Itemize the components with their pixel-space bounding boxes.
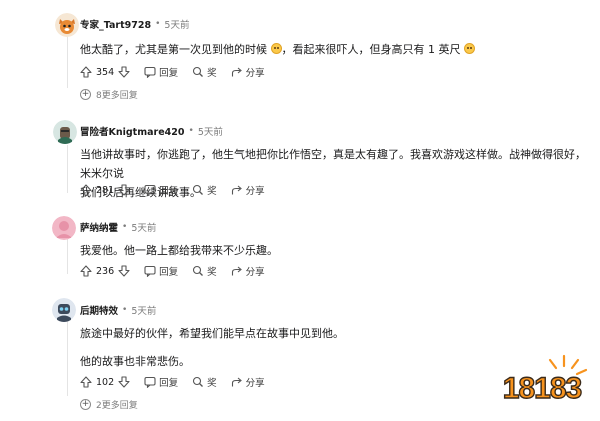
share-icon xyxy=(231,67,242,77)
watermark-logo: 18183 xyxy=(492,352,592,412)
thread-line[interactable] xyxy=(67,238,68,274)
downvote-button[interactable] xyxy=(118,373,130,391)
reply-bubble-icon xyxy=(144,265,156,277)
separator-dot: • xyxy=(122,305,128,315)
award-icon xyxy=(193,184,204,195)
award-button[interactable]: 奖 xyxy=(192,373,217,391)
reply-bubble-icon xyxy=(144,376,156,388)
username[interactable]: 萨纳纳霍 xyxy=(80,220,118,234)
share-button[interactable]: 分享 xyxy=(231,181,265,199)
comment-actions: 354 回复 奖 分享 xyxy=(80,63,265,81)
timestamp: 5天前 xyxy=(131,306,157,317)
downvote-arrow-icon xyxy=(118,66,130,78)
upvote-button[interactable] xyxy=(80,63,92,81)
share-button[interactable]: 分享 xyxy=(231,63,265,81)
award-button[interactable]: 奖 xyxy=(192,262,217,280)
share-icon xyxy=(231,185,242,195)
reply-button[interactable]: 回复 xyxy=(144,262,178,280)
award-icon xyxy=(193,265,204,276)
comment-meta: 专家_Tart9728 • 5天前 xyxy=(80,16,189,32)
separator-dot: • xyxy=(188,126,194,136)
upvote-arrow-icon xyxy=(80,376,92,388)
comment-text-line: 当他讲故事时，你逃跑了，他生气地把你比作悟空，真是太有趣了。我喜欢游戏这样做。战… xyxy=(80,148,586,180)
comment-body: 我爱他。他一路上都给我带来不少乐趣。 xyxy=(80,241,590,260)
share-icon xyxy=(231,266,242,276)
vote-count: 102 xyxy=(96,376,115,388)
username[interactable]: 冒险者Knigtmare420 xyxy=(80,124,185,138)
upvote-button[interactable] xyxy=(80,262,92,280)
pink-avatar-icon[interactable] xyxy=(52,216,76,240)
cat-avatar-icon[interactable] xyxy=(55,13,79,37)
robot-avatar-icon[interactable] xyxy=(52,298,76,322)
award-icon xyxy=(193,376,204,387)
username[interactable]: 专家_Tart9728 xyxy=(80,17,151,31)
more-replies-link[interactable]: + 2更多回复 xyxy=(80,397,138,411)
thread-line[interactable] xyxy=(67,316,68,396)
plus-circle-icon: + xyxy=(80,398,91,410)
comment-actions: 281 回复 奖 分享 xyxy=(80,181,265,199)
more-replies-link[interactable]: + 8更多回复 xyxy=(80,87,138,101)
watermark-text: 18183 xyxy=(503,372,582,405)
vote-count: 354 xyxy=(96,66,115,78)
downvote-button[interactable] xyxy=(118,262,130,280)
grin-emoji-icon xyxy=(270,43,282,54)
comment-meta: 后期特效 • 5天前 xyxy=(80,302,156,318)
vote-count: 281 xyxy=(96,184,115,196)
timestamp: 5天前 xyxy=(131,223,157,234)
separator-dot: • xyxy=(122,222,128,232)
reply-button[interactable]: 回复 xyxy=(144,63,178,81)
reply-bubble-icon xyxy=(144,184,156,196)
award-icon xyxy=(193,66,204,77)
warrior-avatar-icon[interactable] xyxy=(53,120,77,144)
downvote-arrow-icon xyxy=(118,265,130,277)
grin-emoji-icon xyxy=(464,43,475,54)
upvote-button[interactable] xyxy=(80,373,92,391)
downvote-button[interactable] xyxy=(118,181,130,199)
downvote-arrow-icon xyxy=(118,376,130,388)
thread-line[interactable] xyxy=(67,34,68,88)
comment-actions: 102 回复 奖 分享 xyxy=(80,373,265,391)
plus-circle-icon: + xyxy=(80,88,91,100)
share-icon xyxy=(231,377,242,387)
comment-meta: 冒险者Knigtmare420 • 5天前 xyxy=(80,123,223,139)
upvote-arrow-icon xyxy=(80,265,92,277)
award-button[interactable]: 奖 xyxy=(192,181,217,199)
upvote-arrow-icon xyxy=(80,184,92,196)
comment-text: 他太酷了，尤其是第一次见到他的时候 ，看起来很吓人，但身高只有 1 英尺 xyxy=(80,40,590,59)
timestamp: 5天前 xyxy=(197,127,223,138)
comment-text-line: 我爱他。他一路上都给我带来不少乐趣。 xyxy=(80,244,278,257)
reply-bubble-icon xyxy=(144,66,156,78)
comment-thread: 专家_Tart9728 • 5天前 他太酷了，尤其是第一次见到他的时候 ，看起来… xyxy=(0,0,600,421)
comment-meta: 萨纳纳霍 • 5天前 xyxy=(80,219,156,235)
reply-button[interactable]: 回复 xyxy=(144,181,178,199)
downvote-arrow-icon xyxy=(118,184,130,196)
thread-line[interactable] xyxy=(67,145,68,193)
comment-body: 他太酷了，尤其是第一次见到他的时候 ，看起来很吓人，但身高只有 1 英尺 xyxy=(80,40,590,59)
vote-count: 236 xyxy=(96,265,115,277)
award-button[interactable]: 奖 xyxy=(192,63,217,81)
username[interactable]: 后期特效 xyxy=(80,303,118,317)
timestamp: 5天前 xyxy=(164,20,190,31)
upvote-arrow-icon xyxy=(80,66,92,78)
reply-button[interactable]: 回复 xyxy=(144,373,178,391)
comment-text-line: 旅途中最好的伙伴，希望我们能早点在故事中见到他。 xyxy=(80,327,344,340)
comment-actions: 236 回复 奖 分享 xyxy=(80,262,265,280)
downvote-button[interactable] xyxy=(118,63,130,81)
share-button[interactable]: 分享 xyxy=(231,373,265,391)
share-button[interactable]: 分享 xyxy=(231,262,265,280)
separator-dot: • xyxy=(155,19,161,29)
upvote-button[interactable] xyxy=(80,181,92,199)
